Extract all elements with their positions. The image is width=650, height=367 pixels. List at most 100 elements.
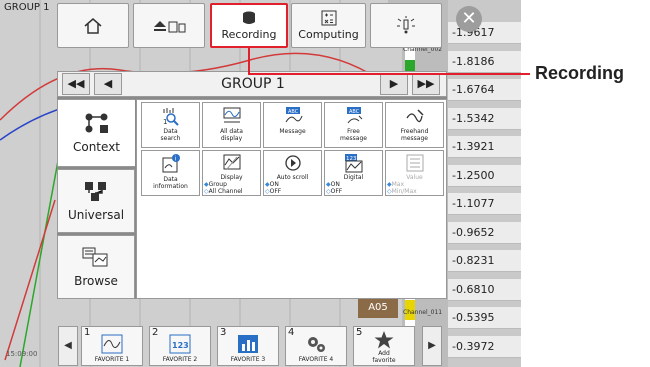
category-label: Browse: [74, 274, 118, 288]
time-label: 15:09:00: [6, 350, 38, 358]
favorite-label: FAVORITE 1: [94, 356, 130, 363]
computing-button[interactable]: Computing: [291, 3, 366, 48]
option-item[interactable]: ◆Group: [204, 181, 259, 188]
scale-value: -0.6810: [448, 278, 521, 301]
option-item[interactable]: ◆Max: [387, 181, 442, 188]
option-item[interactable]: ◆ON: [326, 181, 381, 188]
gears-icon: [305, 334, 327, 354]
home-icon: [84, 17, 102, 34]
category-browse[interactable]: Browse: [57, 235, 135, 299]
function-data-search[interactable]: 1 Data search: [141, 102, 200, 148]
function-value: Value ◆Max ◇Min/Max: [385, 150, 444, 196]
next-group-button[interactable]: ▶: [380, 73, 408, 95]
option-label: OFF: [269, 188, 282, 195]
function-label: Digital: [343, 174, 364, 181]
function-label: Message: [279, 128, 306, 135]
scale-value: -1.8186: [448, 50, 521, 73]
alert-icon: [397, 15, 415, 33]
favorite-number: 1: [84, 327, 91, 338]
bar-chart-icon: [237, 334, 259, 354]
data-search-icon: 1: [161, 104, 181, 128]
recording-label: Recording: [221, 28, 277, 41]
option-label: ON: [269, 181, 279, 188]
waveform-icon: [101, 334, 123, 354]
function-all-data[interactable]: All data display: [202, 102, 261, 148]
favorite-5[interactable]: 5 Add favorite: [353, 326, 415, 366]
context-icon: [85, 113, 108, 133]
data-info-icon: i: [161, 152, 181, 176]
callout-label: Recording: [535, 63, 625, 83]
function-label: Display: [220, 174, 243, 181]
favorite-2[interactable]: 2 123 FAVORITE 2: [149, 326, 211, 366]
recorder-screen: GROUP 1 -1.9617 -1.8186 -1.6764 -1.5342 -1.3…: [0, 0, 521, 367]
scale-value: -0.5395: [448, 307, 521, 329]
function-label: information: [153, 183, 188, 190]
home-button[interactable]: [57, 3, 129, 48]
function-label: All data: [220, 128, 243, 135]
recording-button[interactable]: Recording: [210, 3, 288, 48]
favorites-next-button[interactable]: ▶: [422, 326, 442, 366]
scale-value: -0.9652: [448, 221, 521, 244]
alarm-tag: A05: [358, 298, 398, 318]
function-free-message[interactable]: ABC Free message: [324, 102, 383, 148]
scale-value: -1.5342: [448, 107, 521, 130]
star-icon: [373, 330, 395, 350]
function-message[interactable]: ABC Message: [263, 102, 322, 148]
favorites-prev-button[interactable]: ◀: [58, 326, 78, 366]
close-icon[interactable]: ✕: [456, 6, 482, 32]
function-grid: 1 Data search All data display ABC Message ABC F…: [136, 99, 447, 299]
function-digital[interactable]: 123 Digital ◆ON ◇OFF: [324, 150, 383, 196]
function-label: display: [220, 135, 243, 142]
scale-value: -1.2500: [448, 164, 521, 187]
favorite-number: 2: [152, 327, 159, 338]
message-icon: ABC: [282, 104, 304, 128]
scale-value: -1.6764: [448, 79, 521, 101]
category-universal[interactable]: Universal: [57, 169, 135, 233]
browse-icon: [82, 247, 108, 267]
alert-button[interactable]: [370, 3, 442, 48]
function-freehand[interactable]: Freehand message: [385, 102, 444, 148]
function-auto-scroll[interactable]: Auto scroll ◆ON ◇OFF: [263, 150, 322, 196]
computing-label: Computing: [298, 28, 359, 41]
digital-icon: 123: [343, 152, 365, 174]
function-display[interactable]: Display ◆Group ◇All Channel: [202, 150, 261, 196]
favorite-label: FAVORITE 2: [162, 356, 198, 363]
scale-value: -0.8231: [448, 250, 521, 272]
option-item[interactable]: ◇OFF: [326, 188, 381, 195]
favorite-1[interactable]: 1 FAVORITE 1: [81, 326, 143, 366]
group-title: GROUP 1: [221, 76, 285, 92]
scale-value: -0.3972: [448, 335, 521, 358]
option-item[interactable]: ◆ON: [265, 181, 320, 188]
favorites-bar: ◀ 1 FAVORITE 1 2 123 FAVORITE 2 3 FAVORITE 3 4 F…: [58, 326, 448, 367]
auto-scroll-icon: [283, 152, 303, 174]
svg-text:ABC: ABC: [288, 109, 299, 115]
eject-memory-button[interactable]: [133, 3, 205, 48]
function-label: message: [340, 135, 367, 142]
digital-123-icon: 123: [169, 334, 191, 354]
option-item[interactable]: ◇OFF: [265, 188, 320, 195]
first-group-button[interactable]: ◀◀: [62, 73, 90, 95]
option-label: Min/Max: [391, 188, 417, 195]
favorite-4[interactable]: 4 FAVORITE 4: [285, 326, 347, 366]
calculator-icon: [321, 10, 336, 26]
free-message-icon: ABC: [343, 104, 365, 128]
svg-text:ABC: ABC: [349, 109, 360, 115]
category-label: Universal: [67, 208, 125, 222]
function-label: Value: [406, 174, 423, 181]
context-menu-panel: ◀◀ ◀ GROUP 1 ▶ ▶▶ Context Universal Brow…: [57, 71, 447, 299]
category-context[interactable]: Context: [57, 99, 135, 167]
function-data-info[interactable]: i Data information: [141, 150, 200, 196]
function-label: Auto scroll: [276, 174, 309, 181]
value-icon: [404, 152, 426, 174]
option-item[interactable]: ◇All Channel: [204, 188, 259, 195]
favorite-3[interactable]: 3 FAVORITE 3: [217, 326, 279, 366]
svg-text:123: 123: [172, 341, 189, 350]
callout-line: [248, 48, 250, 74]
favorite-label: FAVORITE 4: [298, 356, 334, 363]
universal-icon: [85, 182, 106, 201]
prev-group-button[interactable]: ◀: [94, 73, 122, 95]
channel-label: Channel_011: [403, 309, 443, 316]
option-item[interactable]: ◇Min/Max: [387, 188, 442, 195]
scale-value: -1.3921: [448, 136, 521, 158]
last-group-button[interactable]: ▶▶: [412, 73, 440, 95]
